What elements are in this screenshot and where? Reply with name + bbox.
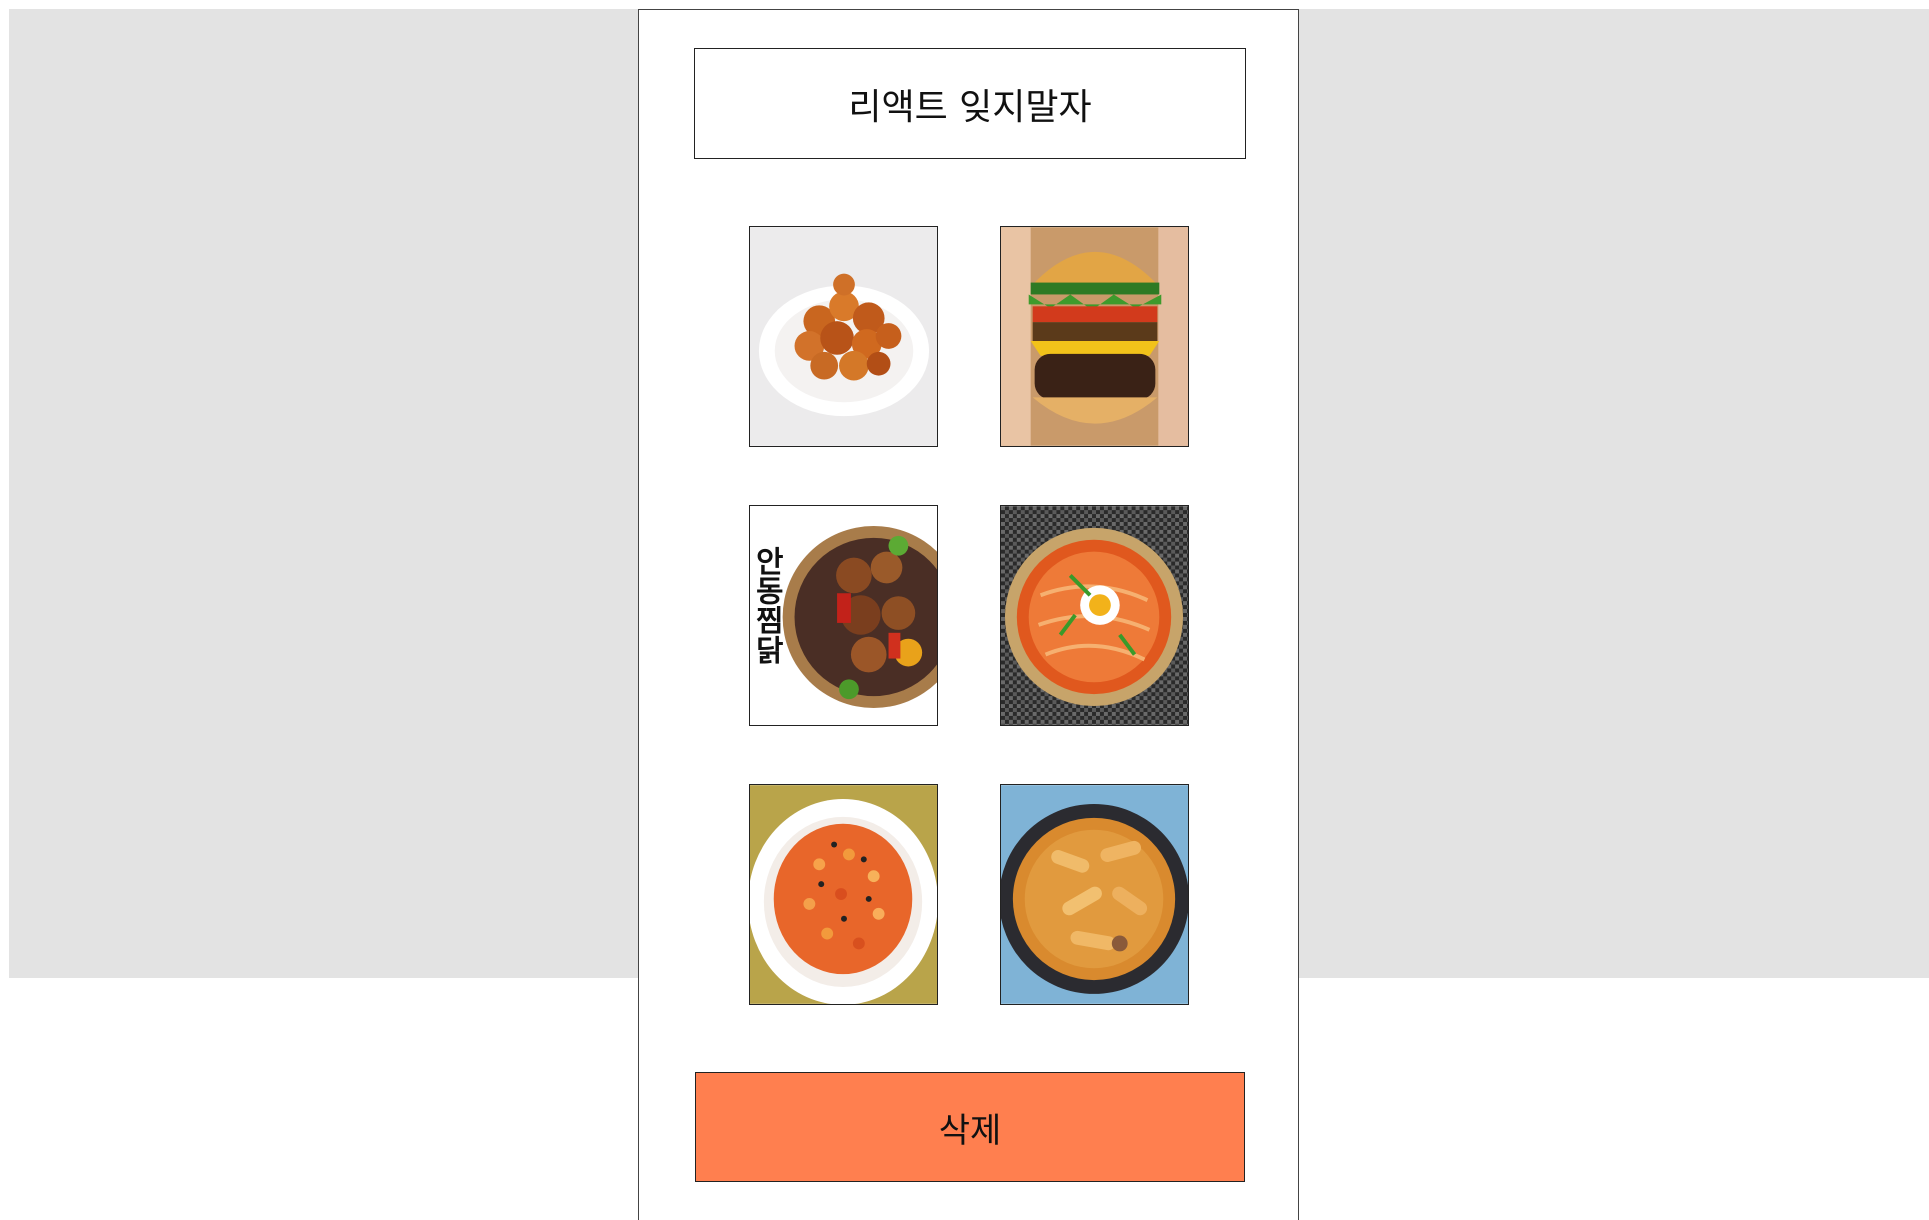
delete-button[interactable]: 삭제 xyxy=(695,1072,1245,1182)
tteokbokki-image xyxy=(1001,785,1188,1004)
food-card-tteokbokki[interactable] xyxy=(1000,784,1189,1005)
page-title: 리액트 잊지말자 xyxy=(694,48,1246,159)
burger-image xyxy=(1001,227,1188,446)
app-panel: 리액트 잊지말자 안동찜닭 삭제 xyxy=(638,9,1299,1220)
food-card-burger[interactable] xyxy=(1000,226,1189,447)
food-card-ramen[interactable] xyxy=(1000,505,1189,726)
jjimdak-image: 안동찜닭 xyxy=(750,506,937,725)
jjimdak-vertical-text: 안동찜닭 xyxy=(750,546,785,665)
food-card-jjimdak[interactable]: 안동찜닭 xyxy=(749,505,938,726)
ramen-image xyxy=(1001,506,1188,725)
fried-rice-image xyxy=(750,785,937,1004)
food-card-fried-chicken[interactable] xyxy=(749,226,938,447)
fried-chicken-image xyxy=(750,227,937,446)
food-grid: 안동찜닭 xyxy=(749,226,1191,1005)
food-card-fried-rice[interactable] xyxy=(749,784,938,1005)
